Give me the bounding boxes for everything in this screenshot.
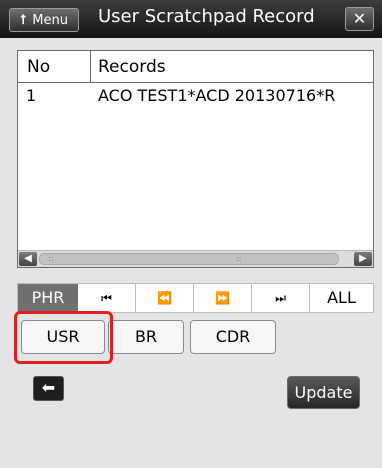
- row-number: 1: [26, 86, 37, 105]
- update-button[interactable]: Update: [287, 376, 360, 409]
- up-arrow-icon: ⭡: [20, 13, 27, 28]
- close-button[interactable]: ✕: [345, 7, 374, 31]
- scroll-left-icon[interactable]: ◀: [19, 252, 37, 266]
- selection-highlight: [14, 311, 113, 364]
- grip-icon: ::: [48, 254, 54, 263]
- previous-record-icon[interactable]: ⏪: [136, 284, 194, 312]
- last-record-icon[interactable]: ⏭: [252, 284, 310, 312]
- record-navigation-bar: PHR ⏮ ⏪ ⏩ ⏭ ALL: [17, 283, 374, 313]
- grip-icon: ::: [236, 254, 242, 263]
- horizontal-scrollbar[interactable]: ◀ :: :: ▶: [18, 250, 373, 267]
- column-header-no[interactable]: No: [27, 57, 50, 77]
- column-divider: [90, 51, 91, 82]
- phr-button[interactable]: PHR: [18, 284, 78, 312]
- next-record-icon[interactable]: ⏩: [194, 284, 252, 312]
- menu-label: Menu: [32, 13, 68, 28]
- br-button[interactable]: BR: [108, 320, 184, 354]
- records-list: No Records 1 ACO TEST1*ACD 20130716*R ◀ …: [17, 50, 374, 268]
- table-row[interactable]: 1 ACO TEST1*ACD 20130716*R: [18, 84, 373, 106]
- first-record-icon[interactable]: ⏮: [78, 284, 136, 312]
- column-header-records[interactable]: Records: [98, 57, 166, 77]
- all-records-button[interactable]: ALL: [310, 284, 373, 312]
- title-bar: ⭡ Menu User Scratchpad Record ✕: [0, 0, 382, 38]
- close-icon: ✕: [352, 9, 367, 28]
- scroll-right-icon[interactable]: ▶: [354, 252, 372, 266]
- back-button[interactable]: ⬅: [33, 376, 64, 401]
- window-title: User Scratchpad Record: [98, 6, 315, 27]
- row-record: ACO TEST1*ACD 20130716*R: [98, 86, 336, 105]
- cdr-button[interactable]: CDR: [190, 320, 276, 354]
- back-arrow-icon: ⬅: [41, 378, 56, 397]
- list-header: No Records: [18, 51, 373, 83]
- menu-button[interactable]: ⭡ Menu: [9, 8, 79, 32]
- scroll-thumb[interactable]: :: ::: [39, 253, 339, 265]
